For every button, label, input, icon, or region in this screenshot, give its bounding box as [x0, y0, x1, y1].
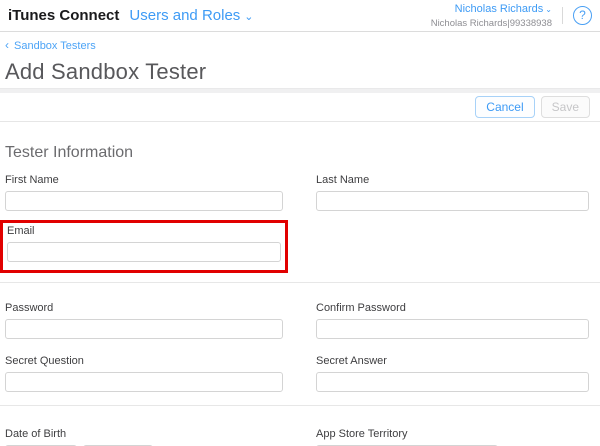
save-button[interactable]: Save	[541, 96, 590, 118]
first-name-label: First Name	[5, 174, 283, 187]
secret-question-label: Secret Question	[5, 355, 283, 368]
toolbar: Cancel Save	[0, 93, 600, 122]
first-name-input[interactable]	[5, 191, 283, 211]
date-of-birth-label: Date of Birth	[5, 428, 283, 441]
confirm-password-input[interactable]	[316, 319, 589, 339]
last-name-input[interactable]	[316, 191, 589, 211]
header-right: Nicholas Richards⌄ Nicholas Richards|993…	[431, 2, 592, 30]
app-header: iTunes Connect Users and Roles ⌄ Nichola…	[0, 0, 600, 32]
breadcrumb-label: Sandbox Testers	[14, 40, 96, 53]
territory-label: App Store Territory	[316, 428, 589, 441]
password-label: Password	[5, 302, 283, 315]
header-divider	[562, 7, 563, 24]
first-name-field: First Name	[5, 174, 283, 211]
help-icon[interactable]: ?	[573, 6, 592, 25]
password-field: Password	[5, 302, 283, 339]
birth-territory-row: Date of Birth Month ⌄ Day ⌄ App Store Te…	[5, 428, 589, 446]
email-label: Email	[7, 225, 281, 238]
chevron-down-icon: ⌄	[545, 5, 552, 14]
secret-answer-input[interactable]	[316, 372, 589, 392]
territory-field: App Store Territory Choose ⌄	[316, 428, 589, 446]
confirm-password-field: Confirm Password	[316, 302, 589, 339]
account-id: Nicholas Richards|99338938	[431, 18, 552, 29]
password-row: Password Confirm Password	[5, 302, 589, 339]
confirm-password-label: Confirm Password	[316, 302, 589, 315]
chevron-left-icon: ‹	[5, 39, 9, 52]
secret-answer-label: Secret Answer	[316, 355, 589, 368]
page-title: Add Sandbox Tester	[0, 58, 600, 85]
last-name-field: Last Name	[316, 174, 589, 211]
tester-form: Tester Information First Name Last Name …	[0, 143, 600, 446]
secret-question-input[interactable]	[5, 372, 283, 392]
name-row: First Name Last Name	[5, 174, 589, 211]
breadcrumb[interactable]: ‹ Sandbox Testers	[0, 32, 96, 53]
email-row: Email	[5, 220, 589, 273]
form-divider	[0, 282, 600, 283]
chevron-down-icon: ⌄	[244, 10, 253, 23]
users-and-roles-menu[interactable]: Users and Roles ⌄	[129, 7, 253, 24]
email-input[interactable]	[7, 242, 281, 262]
app-title: iTunes Connect	[8, 7, 119, 24]
users-and-roles-label: Users and Roles	[129, 7, 240, 24]
secret-row: Secret Question Secret Answer	[5, 355, 589, 392]
form-divider	[0, 405, 600, 406]
date-of-birth-field: Date of Birth Month ⌄ Day ⌄	[5, 428, 283, 446]
last-name-label: Last Name	[316, 174, 589, 187]
email-field: Email	[5, 220, 283, 273]
cancel-button[interactable]: Cancel	[475, 96, 534, 118]
email-highlight-box: Email	[0, 220, 288, 273]
secret-answer-field: Secret Answer	[316, 355, 589, 392]
password-input[interactable]	[5, 319, 283, 339]
section-title: Tester Information	[5, 143, 589, 162]
account-menu[interactable]: Nicholas Richards⌄ Nicholas Richards|993…	[431, 2, 552, 30]
secret-question-field: Secret Question	[5, 355, 283, 392]
account-name: Nicholas Richards	[455, 3, 544, 15]
